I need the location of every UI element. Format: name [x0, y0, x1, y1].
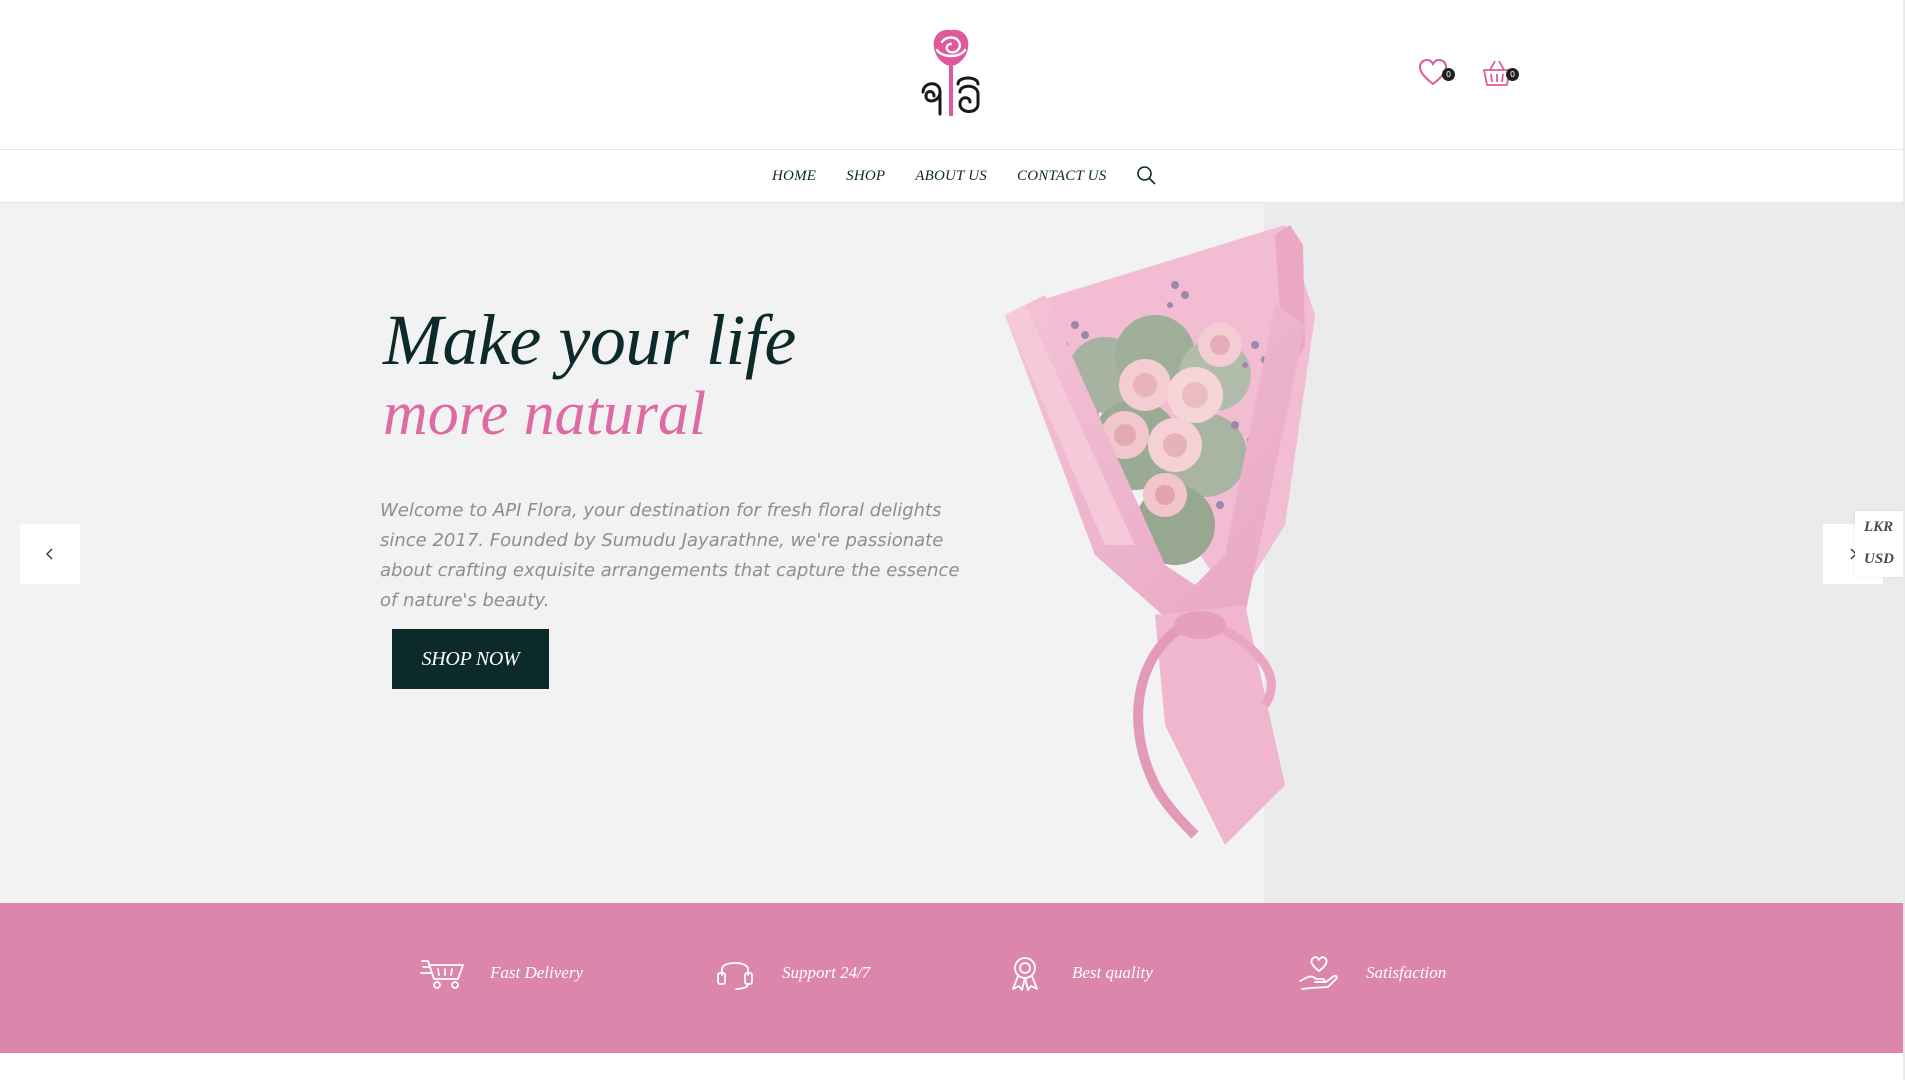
cart-count-badge: 0 [1506, 68, 1519, 81]
currency-switcher: LKR USD [1855, 511, 1905, 577]
page-bottom [0, 1053, 1905, 1080]
feature-satisfaction: Satisfaction [1296, 955, 1446, 991]
feature-best-quality: Best quality [1002, 955, 1153, 991]
hero-slider: Make your life more natural Welcome to A… [0, 203, 1905, 903]
cart-icon [420, 960, 464, 989]
shop-now-button[interactable]: SHOP NOW [392, 629, 549, 689]
wishlist-count-badge: 0 [1442, 68, 1455, 81]
feature-support: Support 24/7 [712, 955, 870, 991]
feature-label: Support 24/7 [782, 963, 871, 982]
nav-item-home[interactable]: HOME [772, 168, 816, 185]
hero-image-panel [1264, 203, 1905, 903]
main-navigation: HOME SHOP ABOUT US CONTACT US [0, 151, 1905, 203]
chevron-left-icon [46, 548, 53, 560]
currency-option-usd[interactable]: USD [1855, 543, 1905, 575]
hand-heart-icon [1299, 956, 1338, 990]
wishlist-button[interactable]: 0 [1418, 58, 1455, 88]
currency-option-lkr[interactable]: LKR [1855, 511, 1905, 543]
feature-label: Satisfaction [1366, 963, 1447, 982]
flower-bouquet-image [1005, 225, 1315, 845]
api-flora-logo[interactable] [918, 26, 984, 118]
hero-subtitle: more natural [383, 380, 707, 448]
nav-item-contact-us[interactable]: CONTACT US [1017, 168, 1106, 185]
feature-label: Fast Delivery [490, 963, 583, 982]
header-actions: 0 0 [1418, 58, 1519, 88]
feature-fast-delivery: Fast Delivery [420, 955, 583, 991]
hero-title: Make your life [383, 300, 796, 380]
hero-description: Welcome to API Flora, your destination f… [380, 500, 960, 611]
slider-prev-button[interactable] [20, 524, 80, 584]
feature-label: Best quality [1072, 963, 1153, 982]
nav-item-about-us[interactable]: ABOUT US [915, 168, 987, 185]
headset-icon [717, 962, 753, 990]
award-icon [1012, 957, 1038, 991]
search-icon[interactable] [1136, 165, 1156, 185]
features-band: Fast Delivery Support 24/7 Best quality [0, 903, 1905, 1053]
cart-button[interactable]: 0 [1482, 58, 1519, 88]
nav-item-shop[interactable]: SHOP [846, 168, 885, 185]
site-header: 0 0 [0, 0, 1905, 150]
